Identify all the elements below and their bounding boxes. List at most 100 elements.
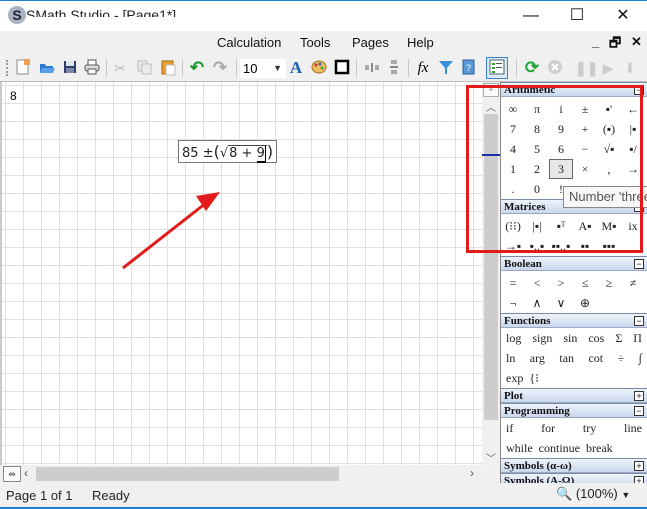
palette-button[interactable]: 5 <box>525 139 549 159</box>
edit-cursor-value[interactable]: 9 <box>256 146 266 163</box>
palette-button[interactable]: ← <box>621 99 645 119</box>
close-button[interactable]: ✕ <box>600 1 646 32</box>
palette-button[interactable]: − <box>573 139 597 159</box>
palette-button[interactable]: cot <box>585 348 606 368</box>
palette-button[interactable]: 6 <box>549 139 573 159</box>
palette-button[interactable]: ▪..▪ <box>525 236 549 256</box>
save-icon[interactable] <box>60 58 80 78</box>
copy-icon[interactable] <box>134 58 154 78</box>
palette-button[interactable]: if <box>503 418 516 438</box>
palette-button[interactable]: ± <box>573 99 597 119</box>
palette-button[interactable]: (⁝⁝) <box>501 216 525 236</box>
palette-button[interactable]: {⁝ <box>526 368 542 388</box>
scroll-left-icon[interactable]: ‹ <box>24 466 28 480</box>
collapse-icon[interactable]: − <box>634 85 644 95</box>
menu-pages[interactable]: Pages <box>352 35 389 50</box>
menu-help[interactable]: Help <box>407 35 434 50</box>
palette-button[interactable]: →▪ <box>501 236 525 256</box>
palette-button[interactable]: ⊕ <box>573 293 597 313</box>
scroll-down-icon[interactable]: ﹀ <box>482 450 500 465</box>
vertical-scroll-thumb[interactable] <box>484 114 498 420</box>
toolbar-grip[interactable] <box>6 60 8 76</box>
palette-button[interactable]: √▪ <box>597 139 621 159</box>
palette-button[interactable]: (▪) <box>597 119 621 139</box>
menu-tools[interactable]: Tools <box>300 35 330 50</box>
function-icon[interactable]: fx <box>413 58 433 78</box>
palette-button[interactable]: tan <box>556 348 577 368</box>
symbols-lower-header[interactable]: Symbols (α-ω) + <box>501 458 647 473</box>
palette-button[interactable]: M▪ <box>597 216 621 236</box>
mdi-close-button[interactable]: ✕ <box>631 34 642 50</box>
horizontal-split-handle-icon[interactable]: ⇹ <box>3 466 21 482</box>
palette-button[interactable]: + <box>573 119 597 139</box>
expand-icon[interactable]: + <box>634 391 644 401</box>
palette-button[interactable]: 7 <box>501 119 525 139</box>
palette-button[interactable]: ▪/ <box>621 139 645 159</box>
horizontal-scrollbar[interactable]: ⇹ ‹ › <box>0 465 500 483</box>
palette-button[interactable]: ▪' <box>597 99 621 119</box>
palette-button[interactable]: = <box>501 273 525 293</box>
undo-icon[interactable]: ↶ <box>187 58 207 78</box>
palette-button[interactable]: Σ <box>612 328 625 348</box>
palette-button[interactable]: 2 <box>525 159 549 179</box>
help-book-icon[interactable]: ? <box>458 58 478 78</box>
collapse-icon[interactable]: − <box>634 259 644 269</box>
palette-button[interactable]: ∫ <box>636 348 645 368</box>
palette-button[interactable]: 0 <box>525 179 549 199</box>
plot-header[interactable]: Plot + <box>501 388 647 403</box>
filter-icon[interactable] <box>436 58 456 78</box>
palette-button[interactable]: 8 <box>525 119 549 139</box>
scroll-up-icon[interactable]: ︿ <box>482 99 500 114</box>
worksheet-canvas[interactable]: 8 85 ±(√8 + 9) <box>0 82 482 465</box>
step-icon[interactable]: ⬇ <box>620 58 640 78</box>
mdi-restore-button[interactable]: 🗗 <box>609 34 621 56</box>
minimize-button[interactable]: — <box>508 1 554 32</box>
palette-button[interactable]: ix <box>621 216 645 236</box>
palette-button[interactable]: for <box>538 418 558 438</box>
print-icon[interactable] <box>82 58 102 78</box>
arithmetic-header[interactable]: Arithmetic − <box>501 82 647 97</box>
palette-button[interactable]: sin <box>560 328 580 348</box>
palette-button[interactable]: 9 <box>549 119 573 139</box>
palette-button[interactable]: arg <box>527 348 548 368</box>
palette-button[interactable]: cos <box>585 328 607 348</box>
palette-button[interactable]: ▪ᵀ <box>549 216 573 236</box>
palette-button[interactable]: × <box>573 159 597 179</box>
palette-button[interactable]: ≠ <box>621 273 645 293</box>
horizontal-scroll-thumb[interactable] <box>36 467 339 481</box>
palette-button[interactable]: ÷ <box>615 348 628 368</box>
palette-button[interactable]: while <box>503 438 536 458</box>
programming-header[interactable]: Programming − <box>501 403 647 418</box>
align-horizontal-icon[interactable] <box>362 58 382 78</box>
palette-icon[interactable] <box>309 58 329 78</box>
text-color-icon[interactable]: A <box>286 58 306 78</box>
collapse-icon[interactable]: − <box>634 316 644 326</box>
palette-button[interactable]: ln <box>503 348 518 368</box>
menu-calculation[interactable]: Calculation <box>217 35 281 50</box>
palette-button[interactable]: log <box>503 328 524 348</box>
stop-icon[interactable] <box>545 58 565 78</box>
palette-button[interactable]: → <box>621 159 645 179</box>
play-icon[interactable]: ▶ <box>598 58 618 78</box>
palette-button[interactable]: , <box>597 159 621 179</box>
font-size-dropdown[interactable]: 10 ▼ <box>240 59 286 78</box>
palette-button[interactable]: < <box>525 273 549 293</box>
palette-button[interactable]: ≤ <box>573 273 597 293</box>
scroll-right-icon[interactable]: › <box>470 466 474 480</box>
symbols-upper-header[interactable]: Symbols (Α-Ω) + <box>501 473 647 483</box>
recalculate-icon[interactable]: ⟳ <box>522 58 542 78</box>
palette-button[interactable]: ∞ <box>501 99 525 119</box>
palette-button[interactable]: i <box>549 99 573 119</box>
palette-button[interactable]: continue <box>536 438 583 458</box>
cut-icon[interactable]: ✂ <box>110 58 130 78</box>
palette-button[interactable]: π <box>525 99 549 119</box>
palette-button[interactable]: ∨ <box>549 293 573 313</box>
split-handle-icon[interactable]: ⇳ <box>483 83 499 97</box>
align-vertical-icon[interactable] <box>384 58 404 78</box>
paste-icon[interactable] <box>158 58 178 78</box>
palette-button[interactable]: ∧ <box>525 293 549 313</box>
palette-button[interactable]: > <box>549 273 573 293</box>
palette-button[interactable]: try <box>580 418 599 438</box>
expand-icon[interactable]: + <box>634 476 644 483</box>
zoom-control[interactable]: 🔍 (100%) ▼ <box>556 486 630 502</box>
